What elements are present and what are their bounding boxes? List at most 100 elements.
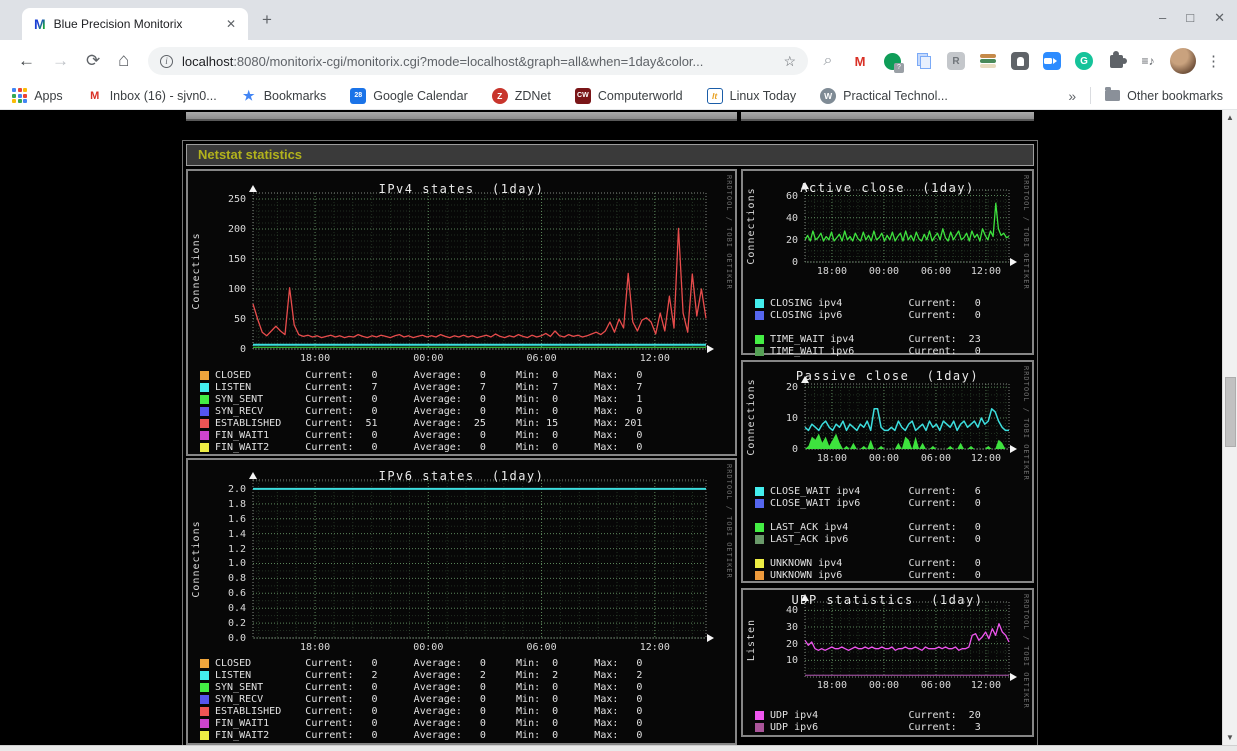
legend-row: ESTABLISHED Current: 51 Average: 25 Min:… xyxy=(200,418,642,429)
bookmark-bookmarks[interactable]: ★ Bookmarks xyxy=(240,87,326,104)
x-tick-label: 06:00 xyxy=(526,642,557,653)
url-text[interactable]: localhost:8080/monitorix-cgi/monitorix.c… xyxy=(182,54,703,69)
browser-tab[interactable]: M Blue Precision Monitorix ✕ xyxy=(22,8,248,40)
new-tab-button[interactable]: + xyxy=(262,10,272,30)
address-bar[interactable]: i localhost:8080/monitorix-cgi/monitorix… xyxy=(148,47,808,75)
lamp-extension-icon[interactable] xyxy=(1010,51,1030,71)
legend-row: FIN_WAIT1 Current: 0 Average: 0 Min: 0 M… xyxy=(200,718,642,729)
back-icon[interactable]: ← xyxy=(18,51,35,71)
legend-text: SYN_SENT Current: 0 Average: 0 Min: 0 Ma… xyxy=(215,682,643,693)
page-viewport: Netstat statistics IPv4 states (1day) Con… xyxy=(0,110,1237,751)
page-info-icon[interactable]: i xyxy=(160,54,173,68)
scrollbar-down-icon[interactable]: ▼ xyxy=(1223,733,1237,742)
y-tick-label: 40 xyxy=(785,605,798,617)
chart-title: Active close (1day) xyxy=(800,181,975,195)
maximize-button[interactable]: □ xyxy=(1186,10,1194,26)
reload-icon[interactable]: ⟳ xyxy=(86,51,100,71)
other-bookmarks[interactable]: Other bookmarks xyxy=(1105,87,1223,103)
r-extension-icon[interactable]: R xyxy=(946,51,966,71)
search-extension-icon[interactable]: ⌕ xyxy=(818,51,838,71)
legend-text: FIN_WAIT1 Current: 0 Average: 0 Min: 0 M… xyxy=(215,718,643,729)
legend-swatch xyxy=(755,347,764,356)
y-tick-label: 40 xyxy=(785,212,798,224)
home-icon[interactable]: ⌂ xyxy=(118,50,129,72)
folder-icon xyxy=(1105,87,1121,101)
legend-text: UNKNOWN ipv4 Current: 0 xyxy=(770,558,981,569)
scrollbar-thumb[interactable] xyxy=(1225,377,1236,447)
rrdtool-watermark: RRDTOOL / TOBI OETIKER xyxy=(725,175,733,290)
legend-text: LAST_ACK ipv6 Current: 0 xyxy=(770,534,981,545)
x-tick-label: 18:00 xyxy=(816,680,847,691)
apps-grid-icon xyxy=(12,87,28,104)
x-tick-label: 18:00 xyxy=(816,266,847,277)
calendar-icon: 28 xyxy=(350,87,367,104)
legend-row: UNKNOWN ipv6 Current: 0 xyxy=(755,570,981,581)
books-extension-icon[interactable] xyxy=(978,51,998,71)
bookmark-star-icon[interactable]: ☆ xyxy=(783,53,796,70)
legend-row: SYN_SENT Current: 0 Average: 0 Min: 0 Ma… xyxy=(200,682,642,693)
star-icon: ★ xyxy=(240,87,257,104)
y-tick-label: 1.0 xyxy=(227,558,246,570)
scrollbar-up-icon[interactable]: ▲ xyxy=(1223,113,1237,122)
bookmark-practical-technology[interactable]: W Practical Technol... xyxy=(820,87,948,104)
gmail-extension-icon[interactable]: M xyxy=(850,51,870,71)
x-tick-label: 00:00 xyxy=(868,453,899,464)
close-button[interactable]: ✕ xyxy=(1214,10,1225,26)
bookmark-linux-today[interactable]: lt Linux Today xyxy=(706,87,796,104)
legend-row: LAST_ACK ipv4 Current: 0 xyxy=(755,522,981,533)
legend-row: UNKNOWN ipv4 Current: 0 xyxy=(755,558,981,569)
browser-menu-icon[interactable]: ⋮ xyxy=(1206,52,1221,70)
legend-row: CLOSED Current: 0 Average: 0 Min: 0 Max:… xyxy=(200,370,642,381)
tab-title: Blue Precision Monitorix xyxy=(53,17,183,31)
bookmark-zdnet[interactable]: Z ZDNet xyxy=(491,87,551,104)
y-tick-label: 0.6 xyxy=(227,588,246,600)
legend-swatch xyxy=(200,659,209,668)
x-tick-label: 06:00 xyxy=(526,353,557,364)
legend-text: FIN_WAIT1 Current: 0 Average: 0 Min: 0 M… xyxy=(215,430,643,441)
legend-row: FIN_WAIT2 Current: 0 Average: 0 Min: 0 M… xyxy=(200,730,642,741)
grammarly-extension-icon[interactable]: G xyxy=(1074,51,1094,71)
y-tick-label: 1.8 xyxy=(227,498,246,510)
bookmark-computerworld[interactable]: CW Computerworld xyxy=(574,87,683,104)
gmail-icon: M xyxy=(86,87,103,104)
legend-swatch xyxy=(200,431,209,440)
bookmarks-overflow-chevron[interactable]: » xyxy=(1068,88,1076,104)
zoom-extension-icon[interactable] xyxy=(1042,51,1062,71)
legend-row: LISTEN Current: 7 Average: 7 Min: 7 Max:… xyxy=(200,382,642,393)
chart-title: IPv6 states (1day) xyxy=(378,469,545,483)
right-column: Active close (1day) Connections RRDTOOL / … xyxy=(741,169,1034,745)
netstat-section: Netstat statistics IPv4 states (1day) Con… xyxy=(182,140,1038,751)
y-tick-label: 20 xyxy=(785,382,798,394)
legend-swatch xyxy=(200,719,209,728)
legend-row: CLOSING ipv4 Current: 0 xyxy=(755,298,981,309)
music-queue-icon[interactable]: ≡♪ xyxy=(1138,51,1158,71)
minimize-button[interactable]: – xyxy=(1159,10,1166,26)
legend-row: CLOSED Current: 0 Average: 0 Min: 0 Max:… xyxy=(200,658,642,669)
legend-text: LISTEN Current: 2 Average: 2 Min: 2 Max:… xyxy=(215,670,643,681)
copy-pages-extension-icon[interactable] xyxy=(914,51,934,71)
profile-avatar[interactable] xyxy=(1170,48,1196,74)
chart-title: UDP statistics (1day) xyxy=(791,593,984,607)
legend-row: FIN_WAIT2 Current: 0 Average: 0 Min: 0 M… xyxy=(200,442,642,453)
chart-active-close: Active close (1day) Connections RRDTOOL / … xyxy=(741,169,1034,357)
legend-row: SYN_SENT Current: 0 Average: 0 Min: 0 Ma… xyxy=(200,394,642,405)
vertical-scrollbar[interactable]: ▲ ▼ xyxy=(1222,110,1237,745)
y-tick-label: 30 xyxy=(785,622,798,633)
tab-close-icon[interactable]: ✕ xyxy=(222,15,240,33)
x-tick-label: 00:00 xyxy=(413,353,444,364)
legend-row: LISTEN Current: 2 Average: 2 Min: 2 Max:… xyxy=(200,670,642,681)
previous-graph-edge-right xyxy=(741,112,1034,121)
legend-swatch xyxy=(200,419,209,428)
bookmark-google-calendar[interactable]: 28 Google Calendar xyxy=(350,87,468,104)
forward-icon[interactable]: → xyxy=(52,51,69,71)
legend-text: UDP ipv4 Current: 20 xyxy=(770,710,981,721)
bookmark-apps[interactable]: Apps xyxy=(12,87,63,104)
y-tick-label: 1.4 xyxy=(227,528,246,540)
y-tick-label: 10 xyxy=(785,655,798,667)
extensions-puzzle-icon[interactable] xyxy=(1106,50,1127,71)
chart-y-axis-label: Connections xyxy=(191,232,202,310)
y-tick-label: 1.2 xyxy=(227,543,246,555)
bookmark-inbox[interactable]: M Inbox (16) - sjvn0... xyxy=(86,87,217,104)
hangouts-extension-icon[interactable]: ? xyxy=(882,51,904,73)
x-tick-label: 00:00 xyxy=(868,680,899,691)
